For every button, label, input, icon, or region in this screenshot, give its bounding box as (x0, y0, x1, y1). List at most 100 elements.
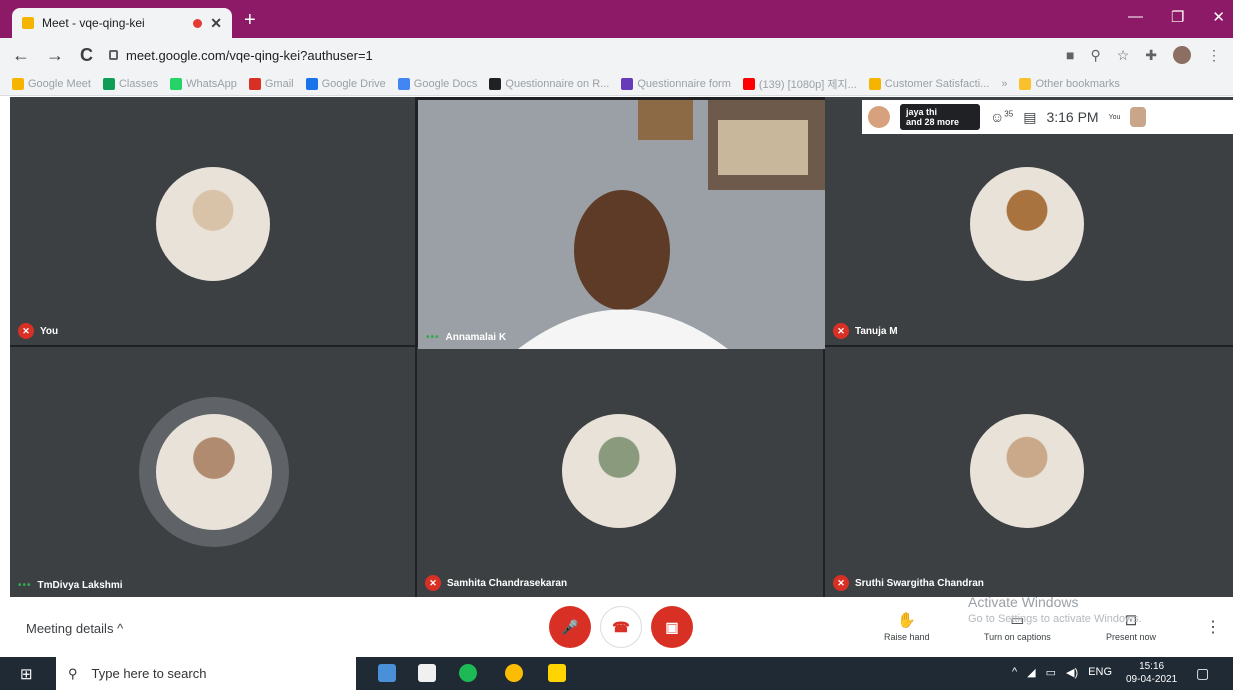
camera-icon[interactable]: ■ (1066, 47, 1074, 63)
mic-off-icon: ✕ (425, 575, 441, 591)
bookmark-item[interactable]: Google Docs (397, 77, 477, 90)
mic-off-button[interactable]: 🎤 (549, 606, 591, 648)
windows-start-icon[interactable]: ⊞ (20, 665, 33, 683)
profile-avatar[interactable] (1173, 46, 1191, 64)
close-tab-icon[interactable]: ✕ (210, 15, 222, 32)
tile-name-annamalai: ••• Annamalai K (426, 332, 507, 343)
participant-avatar (156, 414, 272, 530)
task-view-icon[interactable] (378, 664, 396, 682)
bookmark-item[interactable]: Questionnaire on R... (489, 77, 609, 90)
gmail-icon (248, 77, 261, 90)
mic-off-icon: ✕ (833, 323, 849, 339)
recording-indicator-icon (193, 18, 203, 28)
activate-windows-title: Activate Windows (968, 594, 1079, 610)
participant-video: ••• Annamalai K (418, 100, 825, 349)
participant-avatar (970, 414, 1084, 528)
taskbar-search[interactable]: ⚲ Type here to search (56, 657, 356, 690)
bookmark-item[interactable]: Customer Satisfacti... (868, 77, 989, 90)
toolbar-actions: ■ ⚲ ☆ ✚ ⋮ (1066, 46, 1221, 64)
meeting-details-button[interactable]: Meeting details ^ (26, 621, 123, 636)
url-text: meet.google.com/vqe-qing-kei?authuser=1 (126, 47, 373, 63)
tab-title: Meet - vqe-qing-kei (42, 16, 145, 30)
meet-icon (22, 17, 34, 29)
restore-icon[interactable]: ❐ (1171, 8, 1184, 26)
meet-time: 3:16 PM (1046, 109, 1099, 125)
star-icon[interactable]: ☆ (1117, 47, 1130, 64)
tile-name: ✕ Samhita Chandrasekaran (425, 575, 567, 591)
hand-icon: ✋ (897, 612, 917, 629)
battery-icon[interactable]: ▭ (1046, 666, 1056, 679)
bookmark-item[interactable]: Questionnaire form (621, 77, 731, 90)
bookmarks-overflow-button[interactable]: » (1001, 78, 1007, 90)
windows-taskbar: ⊞ ⚲ Type here to search ^ ◢ ▭ ◀) ENG 15:… (0, 657, 1233, 690)
whatsapp-icon (170, 77, 183, 90)
volume-icon[interactable]: ◀) (1066, 666, 1078, 679)
youtube-icon (742, 77, 755, 90)
bookmark-item[interactable]: Classes (102, 77, 158, 90)
bookmarks-bar: Google Meet Classes WhatsApp Gmail Google Dr… (0, 72, 1233, 96)
zoom-icon[interactable]: ⚲ (1090, 47, 1100, 64)
p-icon (868, 77, 881, 90)
bookmark-item[interactable]: Google Drive (305, 77, 386, 90)
spotify-icon[interactable] (459, 664, 477, 682)
wifi-icon[interactable]: ◢ (1027, 666, 1035, 679)
chat-icon[interactable]: ▤ (1023, 109, 1036, 126)
close-window-icon[interactable]: ✕ (1212, 8, 1225, 26)
people-icon[interactable]: ☺35 (990, 109, 1013, 125)
tile-name: ✕ Sruthi Swargitha Chandran (833, 575, 984, 591)
you-label: You (1108, 113, 1121, 121)
search-icon: ⚲ (68, 665, 78, 681)
other-bookmarks-folder[interactable]: Other bookmarks (1019, 77, 1120, 90)
forms-icon (621, 77, 634, 90)
docs-icon (397, 77, 410, 90)
extensions-icon[interactable]: ✚ (1145, 47, 1157, 64)
bookmark-item[interactable]: WhatsApp (170, 77, 237, 90)
window-controls: — ❐ ✕ (1128, 8, 1225, 26)
bookmark-item[interactable]: Google Meet (12, 77, 91, 90)
participant-avatar (970, 167, 1084, 281)
bookmark-item[interactable]: (139) [1080p] 제지... (742, 76, 857, 92)
mic-off-icon: ✕ (18, 323, 34, 339)
meet-icon (12, 77, 24, 90)
raise-hand-button[interactable]: ✋ Raise hand (884, 611, 930, 642)
language-indicator[interactable]: ENG (1088, 666, 1112, 679)
address-bar[interactable]: meet.google.com/vqe-qing-kei?authuser=1 (109, 42, 1050, 68)
bookmark-item[interactable]: Gmail (248, 77, 294, 90)
new-tab-button[interactable]: + (244, 9, 256, 32)
tile-name: ••• TmDivya Lakshmi (18, 580, 123, 591)
taskbar-clock[interactable]: 15:16 09-04-2021 (1126, 660, 1177, 686)
tile-name: ✕ You (18, 323, 58, 339)
video-frame (418, 100, 825, 349)
meet-top-bar: jaya thi and 28 more ☺35 ▤ 3:16 PM You (862, 100, 1233, 134)
leave-call-button[interactable]: ☎ (600, 606, 642, 648)
tray-chevron-icon[interactable]: ^ (1012, 666, 1017, 679)
participant-avatar (562, 414, 676, 528)
browser-toolbar: ← → C meet.google.com/vqe-qing-kei?authu… (0, 38, 1233, 72)
mic-off-icon: ✕ (833, 575, 849, 591)
browser-tab[interactable]: Meet - vqe-qing-kei ✕ (12, 8, 232, 38)
b-icon (489, 77, 502, 90)
store-icon[interactable] (418, 664, 436, 682)
camera-off-button[interactable]: ▣ (651, 606, 693, 648)
system-tray: ^ ◢ ▭ ◀) ENG (1012, 666, 1112, 679)
tile-name: ✕ Tanuja M (833, 323, 898, 339)
lock-icon (109, 50, 118, 60)
forward-icon[interactable]: → (46, 45, 64, 66)
browser-title-bar: Meet - vqe-qing-kei ✕ + — ❐ ✕ (0, 0, 1233, 38)
self-thumbnail (1130, 107, 1147, 127)
menu-icon[interactable]: ⋮ (1207, 47, 1221, 64)
participant-avatar (156, 167, 270, 281)
notifications-icon[interactable]: ▢ (1196, 665, 1209, 682)
chrome-icon[interactable] (505, 664, 523, 682)
folder-icon (1019, 77, 1032, 90)
speaking-icon: ••• (18, 580, 32, 591)
drive-icon (305, 77, 318, 90)
back-icon[interactable]: ← (12, 45, 30, 66)
participant-avatar (868, 106, 890, 128)
minimize-icon[interactable]: — (1128, 8, 1143, 26)
more-options-icon[interactable]: ⋮ (1205, 617, 1221, 637)
participants-summary[interactable]: jaya thi and 28 more (900, 104, 980, 130)
activate-windows-subtitle: Go to Settings to activate Windows. (968, 613, 1142, 625)
reload-icon[interactable]: C (80, 45, 93, 66)
sticky-notes-icon[interactable] (548, 664, 566, 682)
